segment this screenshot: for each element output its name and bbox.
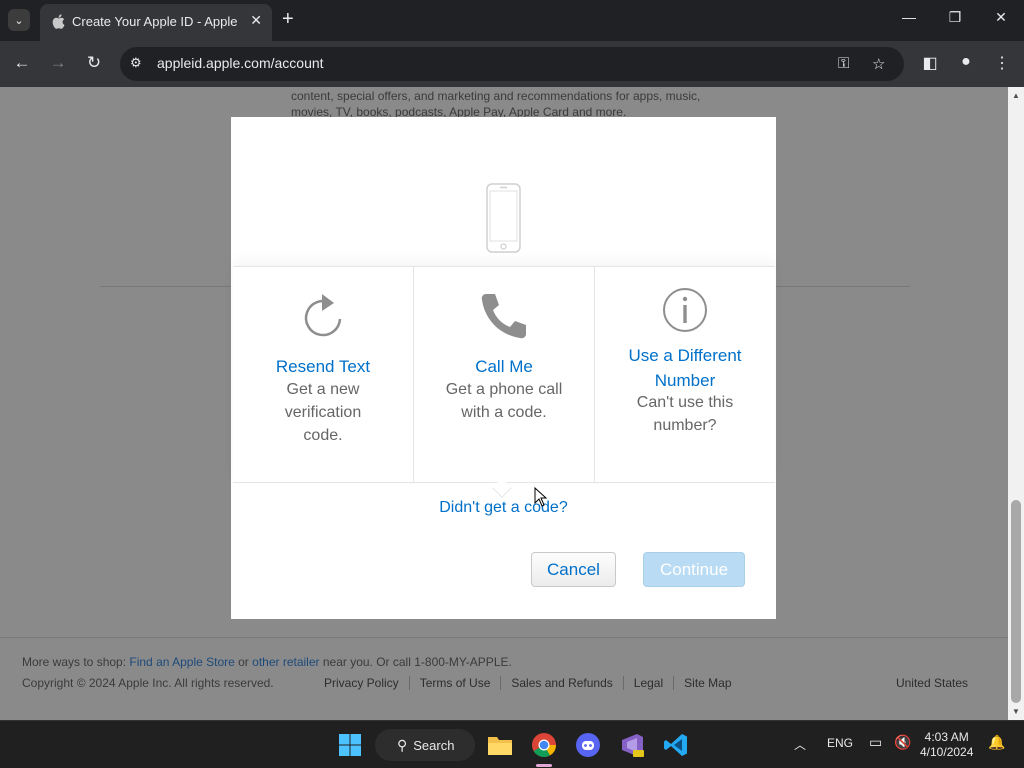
mouse-cursor-icon: [534, 487, 548, 507]
search-icon: ⚲: [397, 736, 408, 753]
tab-title: Create Your Apple ID - Apple: [72, 14, 238, 29]
reload-icon[interactable]: ↻: [82, 53, 106, 73]
taskbar-search[interactable]: ⚲ Search: [375, 729, 475, 761]
minimize-icon[interactable]: —: [894, 9, 924, 25]
tab-strip: ⌄ Create Your Apple ID - Apple ✕ + — ❐ ✕: [0, 0, 1024, 41]
terms-of-use-link[interactable]: Terms of Use: [408, 676, 501, 690]
page-scrollbar[interactable]: ▲ ▼: [1008, 87, 1024, 720]
bookmark-star-icon[interactable]: ☆: [872, 55, 885, 73]
file-explorer-icon[interactable]: [484, 729, 516, 761]
restore-icon[interactable]: ❐: [940, 9, 970, 26]
browser-tab[interactable]: Create Your Apple ID - Apple ✕: [40, 4, 272, 41]
footer-shop-line: More ways to shop: Find an Apple Store o…: [22, 655, 512, 669]
browser-toolbar: ← → ↻ ⚙ appleid.apple.com/account ⚿ ☆ ◧ …: [0, 41, 1024, 87]
different-number-option[interactable]: Use a Different Number Can't use this nu…: [595, 267, 775, 482]
site-info-icon[interactable]: ⚙: [130, 55, 142, 71]
footer-shop-prefix: More ways to shop:: [22, 655, 130, 669]
option-title[interactable]: Call Me: [424, 354, 584, 379]
option-title[interactable]: Use a Different Number: [605, 343, 765, 393]
option-description: Can't use this number?: [636, 394, 734, 434]
option-description: Get a phone call with a code.: [445, 381, 563, 421]
chrome-icon[interactable]: [528, 729, 560, 761]
discord-icon[interactable]: [572, 729, 604, 761]
clock[interactable]: 4:03 AM 4/10/2024: [920, 730, 973, 760]
taskbar-search-label: Search: [413, 737, 455, 753]
site-map-link[interactable]: Site Map: [673, 676, 741, 690]
apple-favicon-icon: [52, 14, 66, 30]
side-panel-icon[interactable]: ◧: [919, 53, 941, 73]
notification-bell-icon[interactable]: 🔔: [988, 734, 1005, 751]
footer-or: or: [234, 655, 253, 669]
window-close-icon[interactable]: ✕: [986, 9, 1016, 26]
tab-close-icon[interactable]: ✕: [250, 12, 262, 29]
tab-search-button[interactable]: ⌄: [8, 9, 30, 31]
sales-refunds-link[interactable]: Sales and Refunds: [500, 676, 622, 690]
address-bar[interactable]: ⚙ appleid.apple.com/account ⚿ ☆: [120, 47, 904, 81]
active-app-indicator: [536, 764, 552, 767]
option-title[interactable]: Resend Text: [243, 354, 403, 379]
back-icon[interactable]: ←: [10, 53, 34, 73]
code-options: Resend Text Get a new verification code.…: [233, 266, 775, 483]
footer-shop-suffix: near you. Or call 1-800-MY-APPLE.: [319, 655, 512, 669]
vscode-icon[interactable]: [660, 729, 692, 761]
copyright: Copyright © 2024 Apple Inc. All rights r…: [22, 676, 274, 690]
language-indicator[interactable]: ENG: [827, 736, 853, 750]
verification-dialog: Resend Text Get a new verification code.…: [231, 117, 776, 619]
footer: More ways to shop: Find an Apple Store o…: [0, 637, 1008, 720]
privacy-policy-link[interactable]: Privacy Policy: [324, 676, 409, 690]
find-apple-store-link[interactable]: Find an Apple Store: [129, 655, 234, 669]
footer-links: Privacy Policy Terms of Use Sales and Re…: [324, 676, 742, 690]
menu-kebab-icon[interactable]: ⋮: [991, 53, 1013, 73]
clock-time: 4:03 AM: [924, 730, 969, 744]
resend-text-option[interactable]: Resend Text Get a new verification code.: [233, 267, 414, 482]
new-tab-icon[interactable]: +: [282, 8, 294, 31]
network-icon[interactable]: ▭: [869, 734, 882, 751]
scroll-up-icon[interactable]: ▲: [1012, 91, 1020, 100]
scroll-thumb[interactable]: [1011, 500, 1021, 703]
cancel-button[interactable]: Cancel: [531, 552, 616, 587]
info-icon: [663, 288, 707, 332]
didnt-get-code-link[interactable]: Didn't get a code?: [231, 499, 776, 517]
tray-chevron-icon[interactable]: ︿: [794, 736, 806, 753]
profile-icon[interactable]: ●: [955, 53, 977, 71]
marketing-text: content, special offers, and marketing a…: [291, 89, 701, 119]
call-me-option[interactable]: Call Me Get a phone call with a code.: [414, 267, 595, 482]
visual-studio-preview-icon[interactable]: [616, 729, 648, 761]
volume-muted-icon[interactable]: 🔇: [894, 734, 911, 751]
url-text: appleid.apple.com/account: [157, 55, 324, 71]
iphone-icon: [486, 183, 521, 253]
country-selector[interactable]: United States: [896, 676, 968, 690]
refresh-icon: [304, 294, 342, 337]
phone-call-icon: [481, 294, 526, 339]
option-description: Get a new verification code.: [284, 381, 362, 444]
clock-date: 4/10/2024: [920, 745, 974, 759]
scroll-down-icon[interactable]: ▼: [1012, 707, 1020, 716]
continue-button[interactable]: Continue: [643, 552, 745, 587]
password-key-icon[interactable]: ⚿: [838, 55, 849, 72]
legal-link[interactable]: Legal: [622, 676, 673, 690]
windows-start-icon[interactable]: [334, 729, 366, 761]
other-retailer-link[interactable]: other retailer: [252, 655, 319, 669]
windows-taskbar: ⚲ Search ︿ ENG ▭ 🔇 4:03 AM 4/10/2024 🔔: [0, 720, 1024, 768]
forward-icon[interactable]: →: [46, 53, 70, 73]
